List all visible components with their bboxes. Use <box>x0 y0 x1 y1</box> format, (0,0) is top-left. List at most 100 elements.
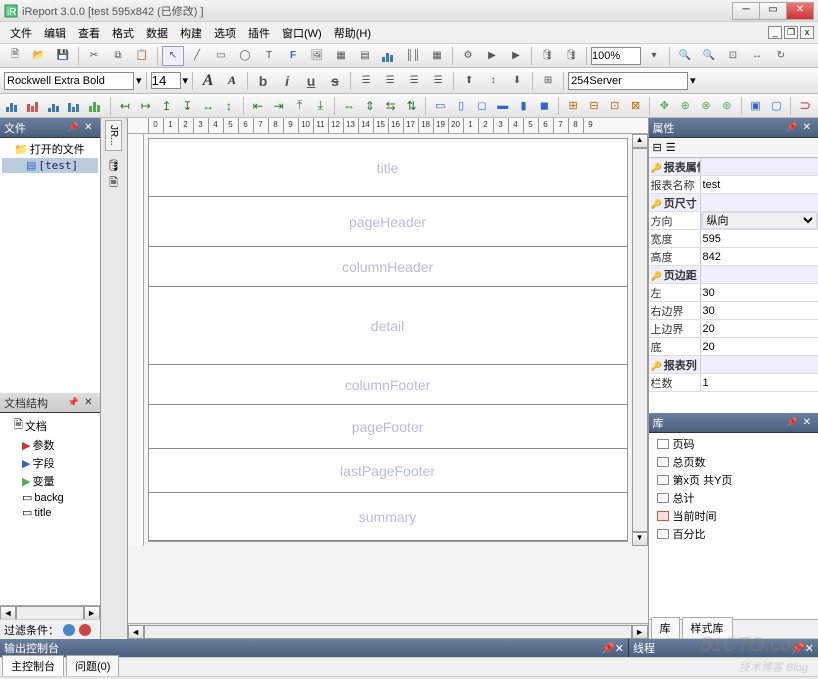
align-5-icon[interactable]: ↔ <box>199 97 217 115</box>
menu-data[interactable]: 数据 <box>140 23 174 43</box>
size-5-icon[interactable]: ▮ <box>515 97 533 115</box>
tab-main-console[interactable]: 主控制台 <box>2 655 64 676</box>
pin-icon[interactable]: 📌 <box>66 122 81 133</box>
magnet-icon[interactable]: ⊃ <box>796 97 814 115</box>
join-2-icon[interactable]: ⊟ <box>585 97 603 115</box>
zoom-fit-button[interactable]: ⊡ <box>722 46 744 66</box>
compile-button[interactable]: ⚙ <box>457 46 479 66</box>
close-thread-icon[interactable]: ✕ <box>805 642 814 655</box>
hscroll-left[interactable]: ◄ <box>128 625 144 639</box>
menu-edit[interactable]: 编辑 <box>38 23 72 43</box>
tree-scroll-right[interactable]: ► <box>84 606 100 620</box>
vars-node[interactable]: ▶变量 <box>2 472 98 490</box>
run2-button[interactable]: ▶ <box>505 46 527 66</box>
save-button[interactable]: 💾 <box>52 46 74 66</box>
prop-w-value[interactable] <box>703 231 816 246</box>
tree-scroll-left[interactable]: ◄ <box>0 606 16 620</box>
subreport-tool[interactable]: ▤ <box>354 46 376 66</box>
prop-l-value[interactable] <box>703 285 816 300</box>
hscroll-track[interactable] <box>144 625 632 639</box>
params-node[interactable]: ▶参数 <box>2 436 98 454</box>
refresh-button[interactable]: ↻ <box>770 46 792 66</box>
band-pagefooter[interactable]: pageFooter <box>149 405 627 449</box>
copy-button[interactable]: ⧉ <box>107 46 129 66</box>
ellipse-tool[interactable]: ◯ <box>234 46 256 66</box>
join-1-icon[interactable]: ⊞ <box>564 97 582 115</box>
open-files-node[interactable]: 📁 打开的文件 <box>2 140 98 158</box>
fields-node[interactable]: ▶字段 <box>2 454 98 472</box>
band-summary[interactable]: summary <box>149 493 627 541</box>
prop-toggle1-icon[interactable]: ⊟ <box>653 141 662 154</box>
filter-blue-icon[interactable] <box>63 624 75 636</box>
close-panel3-icon[interactable]: ✕ <box>800 122 814 133</box>
align-justify-button[interactable]: ☰ <box>427 71 449 91</box>
valign-middle-button[interactable]: ↕ <box>482 71 504 91</box>
band-detail[interactable]: detail <box>149 287 627 365</box>
lib-now[interactable]: 当前时间 <box>651 507 816 525</box>
band-columnfooter[interactable]: columnFooter <box>149 365 627 405</box>
run-button[interactable]: ▶ <box>481 46 503 66</box>
dist-4-icon[interactable]: ⇅ <box>403 97 421 115</box>
lib-pageno[interactable]: 页码 <box>651 435 816 453</box>
elem-chart5-icon[interactable] <box>87 97 105 115</box>
tree-scroll-track[interactable] <box>16 606 84 620</box>
prop-dir-value[interactable]: 纵向 <box>703 213 816 228</box>
elem-chart4-icon[interactable] <box>66 97 84 115</box>
order-front-icon[interactable]: ▣ <box>747 97 765 115</box>
hscroll-right[interactable]: ► <box>632 625 648 639</box>
prop-cols-value[interactable] <box>703 375 816 390</box>
order-back-icon[interactable]: ▢ <box>768 97 786 115</box>
elem-chart1-icon[interactable] <box>4 97 22 115</box>
align-10-icon[interactable]: ⤓ <box>311 97 329 115</box>
file-test-node[interactable]: ▤ [test] <box>2 158 98 173</box>
fontsize-select[interactable] <box>151 72 181 89</box>
bold-button[interactable]: b <box>252 71 274 91</box>
lib-pct[interactable]: 百分比 <box>651 525 816 543</box>
menu-format[interactable]: 格式 <box>106 23 140 43</box>
vscroll-down[interactable]: ▼ <box>632 532 648 546</box>
dist-3-icon[interactable]: ⇆ <box>382 97 400 115</box>
align-right-button[interactable]: ☰ <box>403 71 425 91</box>
vscroll-up[interactable]: ▲ <box>632 134 648 148</box>
open-button[interactable]: 📂 <box>28 46 50 66</box>
elem-chart3-icon[interactable] <box>46 97 64 115</box>
band-pageheader[interactable]: pageHeader <box>149 197 627 247</box>
prop-h-value[interactable] <box>703 249 816 264</box>
font-increase-button[interactable]: A <box>197 71 219 91</box>
italic-button[interactable]: i <box>276 71 298 91</box>
frame-tool[interactable]: ▦ <box>330 46 352 66</box>
prop-t-value[interactable] <box>703 321 816 336</box>
db-button[interactable]: 🛢 <box>536 46 558 66</box>
zoom-in-button[interactable]: 🔍 <box>674 46 696 66</box>
menu-window[interactable]: 窗口(W) <box>276 23 328 43</box>
pin6-icon[interactable]: 📌 <box>791 642 805 655</box>
pin4-icon[interactable]: 📌 <box>784 417 799 428</box>
line-tool[interactable]: ╱ <box>186 46 208 66</box>
cut-button[interactable]: ✂ <box>83 46 105 66</box>
align-2-icon[interactable]: ↦ <box>137 97 155 115</box>
barcode-tool[interactable]: ║║ <box>402 46 424 66</box>
align-left-button[interactable]: ☰ <box>355 71 377 91</box>
font-decrease-button[interactable]: A <box>221 71 243 91</box>
prop-r-value[interactable] <box>703 303 816 318</box>
lib-total[interactable]: 总页数 <box>651 453 816 471</box>
lib-sum[interactable]: 总计 <box>651 489 816 507</box>
size-3-icon[interactable]: ◻ <box>473 97 491 115</box>
static-text-tool[interactable]: T <box>258 46 280 66</box>
fontsize-dropdown-icon[interactable]: ▾ <box>183 74 189 87</box>
side-tab-jr[interactable]: JR... <box>105 120 122 151</box>
side-tool-2[interactable]: 🗎 <box>105 175 123 193</box>
mdi-restore-icon[interactable]: ❐ <box>784 26 798 39</box>
crosstab-tool[interactable]: ▦ <box>426 46 448 66</box>
tab-stylelib[interactable]: 样式库 <box>682 617 733 638</box>
align-9-icon[interactable]: ⤒ <box>291 97 309 115</box>
size-2-icon[interactable]: ▯ <box>452 97 470 115</box>
font-select[interactable] <box>4 72 134 90</box>
size-1-icon[interactable]: ▭ <box>431 97 449 115</box>
join-3-icon[interactable]: ⊡ <box>606 97 624 115</box>
pin5-icon[interactable]: 📌 <box>601 642 615 655</box>
underline-button[interactable]: u <box>300 71 322 91</box>
lib-pageof[interactable]: 第x页 共Y页 <box>651 471 816 489</box>
dist-1-icon[interactable]: ⇔ <box>340 97 358 115</box>
backg-node[interactable]: ▭backg <box>2 490 98 505</box>
